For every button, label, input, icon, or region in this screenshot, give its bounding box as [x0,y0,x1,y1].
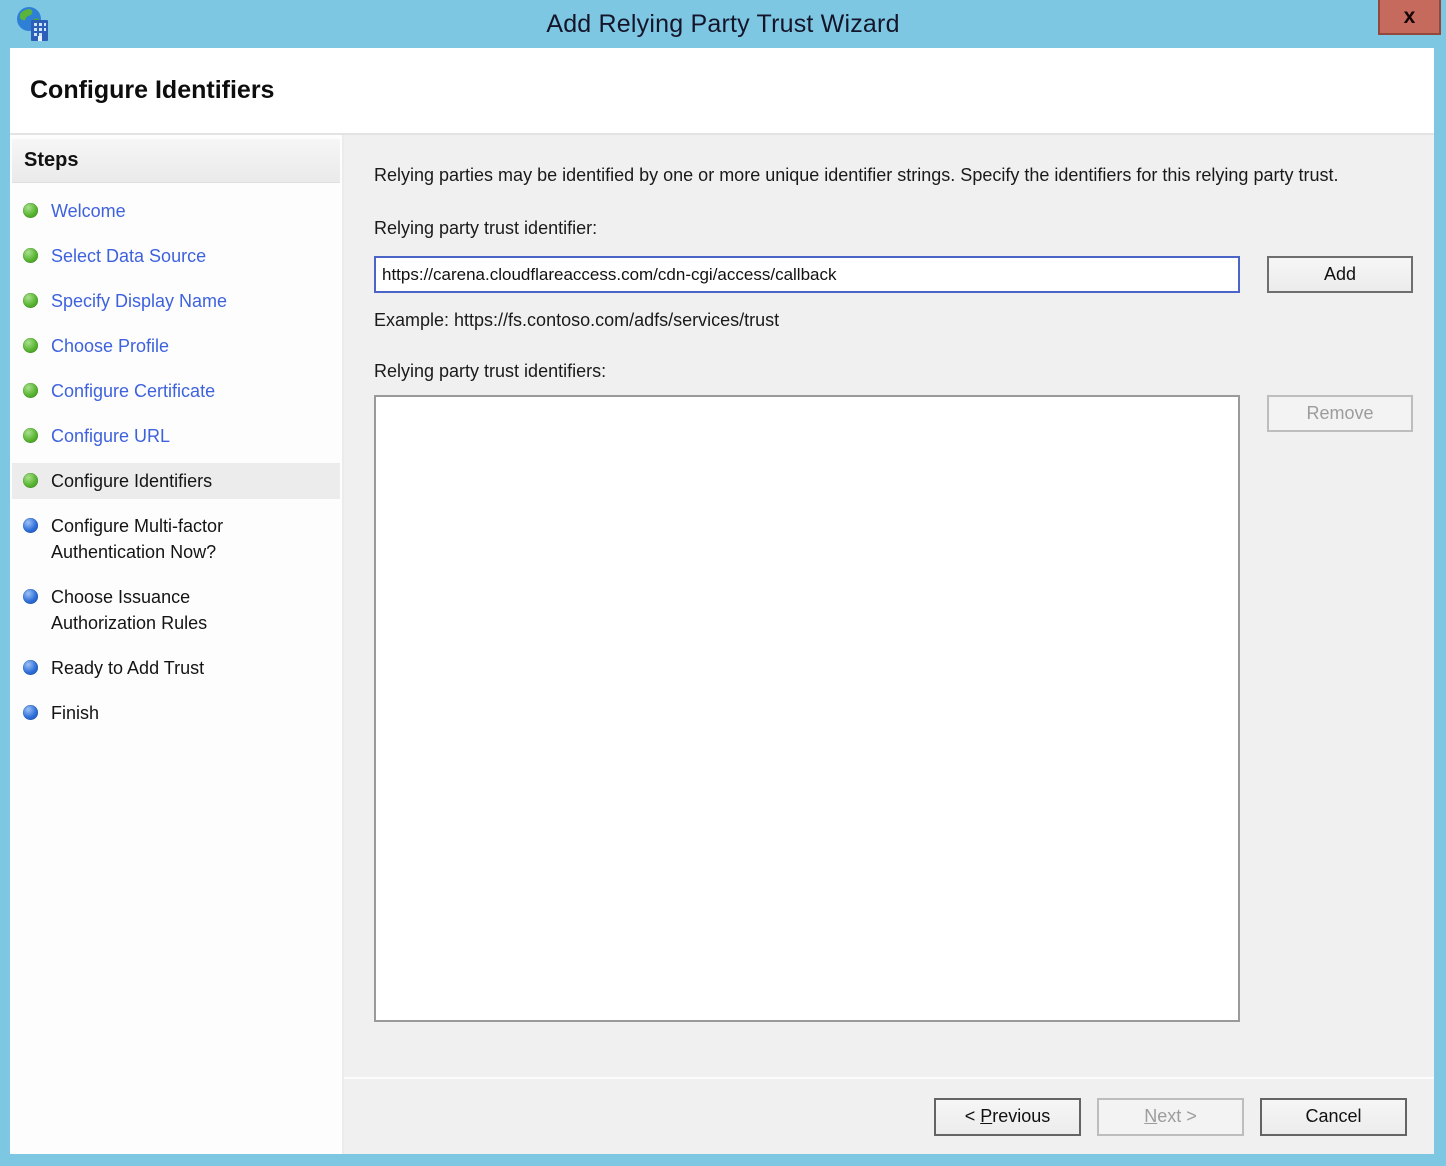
step-item[interactable]: Ready to Add Trust [12,650,340,686]
footer-button-bar: < Previous Next > Cancel [344,1077,1434,1154]
identifiers-list-label: Relying party trust identifiers: [374,361,1413,382]
previous-button[interactable]: < Previous [934,1098,1081,1136]
close-button[interactable]: x [1378,0,1441,35]
next-button[interactable]: Next > [1097,1098,1244,1136]
window-title: Add Relying Party Trust Wizard [546,10,899,39]
step-label: Choose Issuance Authorization Rules [51,584,289,636]
step-status-bullet-icon [23,248,38,263]
previous-label-key: P [980,1106,992,1126]
step-status-bullet-icon [23,338,38,353]
step-label: Specify Display Name [51,288,227,314]
steps-header: Steps [12,139,340,183]
step-item[interactable]: Select Data Source [12,238,340,274]
step-label: Configure Multi-factor Authentication No… [51,513,289,565]
identifiers-listbox[interactable] [374,395,1240,1022]
step-item[interactable]: Configure Certificate [12,373,340,409]
identifier-field-label: Relying party trust identifier: [374,218,1413,239]
intro-text: Relying parties may be identified by one… [374,162,1394,189]
steps-sidebar: Steps Welcome Select Data Source Specify… [10,135,344,1154]
step-label: Configure Certificate [51,378,215,404]
next-label-post: ext > [1157,1106,1197,1126]
step-status-bullet-icon [23,473,38,488]
step-item[interactable]: Configure URL [12,418,340,454]
title-bar: Add Relying Party Trust Wizard x [0,0,1446,48]
step-item[interactable]: Choose Profile [12,328,340,364]
add-button[interactable]: Add [1267,256,1413,293]
step-item[interactable]: Configure Identifiers [12,463,340,499]
adfs-app-icon [14,6,52,44]
previous-label-post: revious [992,1106,1050,1126]
step-item[interactable]: Configure Multi-factor Authentication No… [12,508,340,570]
steps-list: Welcome Select Data Source Specify Displ… [10,193,342,740]
step-item[interactable]: Finish [12,695,340,731]
step-status-bullet-icon [23,518,38,533]
step-status-bullet-icon [23,293,38,308]
relying-party-identifier-input[interactable] [374,256,1240,293]
step-status-bullet-icon [23,705,38,720]
step-item[interactable]: Welcome [12,193,340,229]
step-label: Configure Identifiers [51,468,212,494]
step-label: Configure URL [51,423,170,449]
step-label: Choose Profile [51,333,169,359]
step-status-bullet-icon [23,383,38,398]
step-item[interactable]: Choose Issuance Authorization Rules [12,579,340,641]
wizard-window: Add Relying Party Trust Wizard x Configu… [0,0,1446,1166]
next-label-key: N [1144,1106,1157,1126]
step-item[interactable]: Specify Display Name [12,283,340,319]
cancel-button[interactable]: Cancel [1260,1098,1407,1136]
previous-label-pre: < [965,1106,981,1126]
example-text: Example: https://fs.contoso.com/adfs/ser… [374,310,1413,331]
step-label: Select Data Source [51,243,206,269]
step-label: Finish [51,700,99,726]
wizard-body: Configure Identifiers Steps Welcome Sele… [10,48,1434,1154]
step-label: Ready to Add Trust [51,655,204,681]
step-status-bullet-icon [23,203,38,218]
step-status-bullet-icon [23,428,38,443]
step-status-bullet-icon [23,589,38,604]
page-header: Configure Identifiers [10,48,1434,135]
step-label: Welcome [51,198,126,224]
page-title: Configure Identifiers [30,76,274,105]
step-status-bullet-icon [23,660,38,675]
content-panel: Relying parties may be identified by one… [344,135,1434,1077]
remove-button[interactable]: Remove [1267,395,1413,432]
